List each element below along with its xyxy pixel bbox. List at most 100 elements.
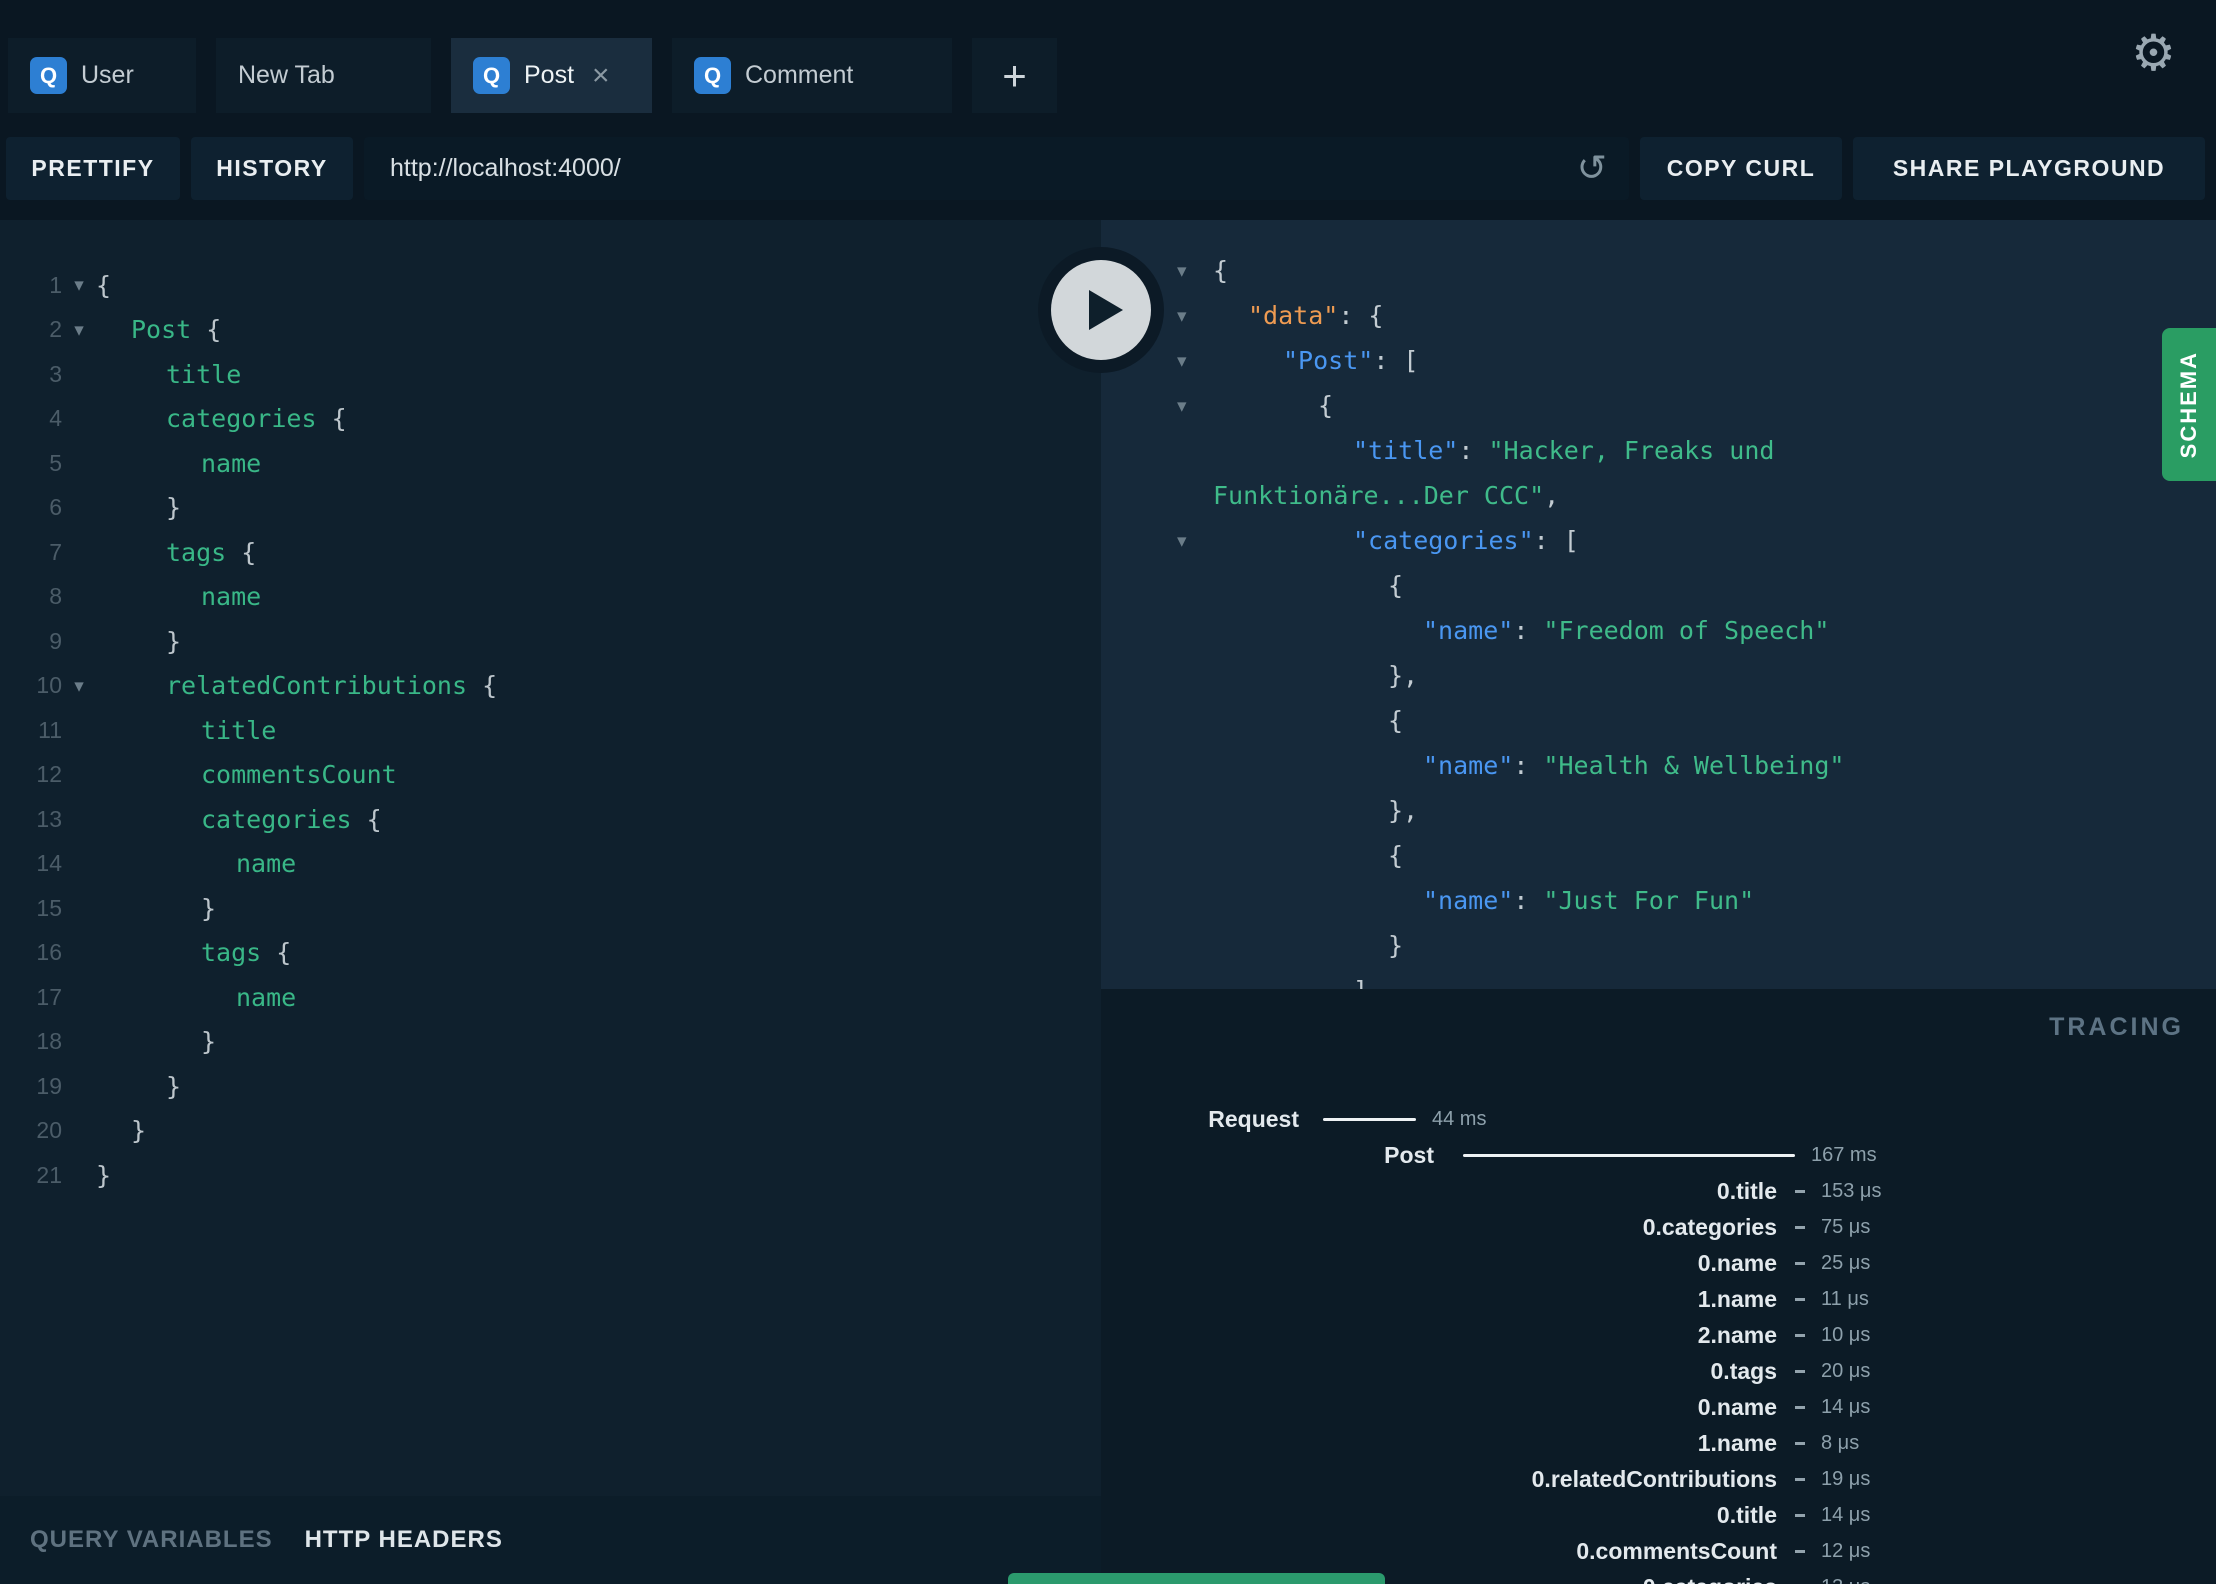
settings-gear-icon[interactable]: ⚙ — [2131, 28, 2176, 78]
code-line: 20} — [0, 1109, 1101, 1154]
line-number: 13 — [36, 805, 62, 832]
line-number: 18 — [36, 1028, 62, 1055]
line-number: 2 — [49, 316, 62, 343]
code-line: 13 categories { — [0, 797, 1101, 842]
code-line: 18} — [0, 1020, 1101, 1065]
line-number: 5 — [49, 449, 62, 476]
fold-arrow-icon[interactable]: ▾ — [1177, 530, 1213, 552]
history-button[interactable]: HISTORY — [191, 137, 353, 200]
tracing-row: 0.name 14 μs — [1697, 1393, 1871, 1420]
fold-arrow-icon[interactable]: ▾ — [62, 319, 96, 341]
response-line: "name": "Freedom of Speech" — [1423, 616, 1830, 645]
response-line: ▾ "categories": [ — [1177, 526, 1579, 555]
tracing-row: 0.tags 20 μs — [1710, 1357, 1871, 1384]
code-line: 12 commentsCount — [0, 753, 1101, 798]
code-line: 19} — [0, 1064, 1101, 1109]
line-number: 15 — [36, 894, 62, 921]
code-line: 17 name — [0, 975, 1101, 1020]
tracing-row: 0.title 14 μs — [1716, 1501, 1871, 1528]
query-editor[interactable]: 1 ▾{ 2 ▾ Post { 3 title 4 categories { 5 name … — [0, 220, 1101, 1496]
response-panel: ▾{ ▾ "data": { ▾ "Post": [ ▾{ "title": "Ha… — [1101, 220, 2216, 989]
response-line: ▾ "Post": [ — [1177, 346, 1419, 375]
tab-user[interactable]: Q User — [8, 38, 196, 113]
tab-label: User — [81, 61, 134, 89]
code-line: 5 name — [0, 441, 1101, 486]
response-line: } — [1388, 931, 1404, 960]
tab-label: Post — [524, 61, 575, 89]
response-line: "name": "Just For Fun" — [1423, 886, 1755, 915]
fold-arrow-icon[interactable]: ▾ — [1177, 350, 1213, 372]
code-line: 8 name — [0, 575, 1101, 620]
code-line: 6} — [0, 486, 1101, 531]
code-line: 21} — [0, 1153, 1101, 1198]
timing-dash — [1795, 1477, 1805, 1481]
line-number: 16 — [36, 939, 62, 966]
http-headers-tab[interactable]: HTTP HEADERS — [305, 1526, 503, 1554]
new-tab-button[interactable]: + — [972, 38, 1057, 113]
share-playground-button[interactable]: SHARE PLAYGROUND — [1853, 137, 2205, 200]
tracing-rows: Request 44 ms Post 167 ms 0.title 153 μs 0.… — [1101, 1101, 2216, 1584]
code-line: 14 name — [0, 842, 1101, 887]
partial-green-bar — [1008, 1573, 1385, 1584]
schema-tab[interactable]: SCHEMA — [2162, 328, 2216, 481]
tracing-row: 0.name 25 μs — [1697, 1249, 1871, 1276]
response-line: ▾ "data": { — [1177, 301, 1384, 330]
schema-tab-label: SCHEMA — [2176, 350, 2201, 459]
prettify-button[interactable]: PRETTIFY — [6, 137, 180, 200]
line-number: 7 — [49, 538, 62, 565]
fold-arrow-icon[interactable]: ▾ — [1177, 395, 1213, 417]
response-line: }, — [1388, 661, 1419, 690]
line-number: 3 — [49, 360, 62, 387]
tab-bar: Q User New Tab Q Post × Q Comment + — [8, 38, 1057, 113]
code-line: 1 ▾{ — [0, 263, 1101, 308]
tracing-row: 0.title 153 μs — [1716, 1177, 1882, 1204]
code-line: 16 tags { — [0, 931, 1101, 976]
code-line: 9} — [0, 619, 1101, 664]
response-line: { — [1388, 571, 1404, 600]
tracing-row: Request 44 ms — [1208, 1105, 1487, 1132]
response-line: ▾{ — [1177, 256, 1229, 285]
line-number: 11 — [38, 716, 62, 743]
code-line: 11 title — [0, 708, 1101, 753]
code-line: 15} — [0, 886, 1101, 931]
endpoint-url-value: http://localhost:4000/ — [390, 154, 621, 182]
tracing-title: TRACING — [2049, 1013, 2184, 1041]
tracing-panel: TRACING Request 44 ms Post 167 ms 0.title 1… — [1101, 989, 2216, 1584]
timing-dash — [1795, 1549, 1805, 1553]
toolbar: PRETTIFY HISTORY http://localhost:4000/ … — [6, 137, 2205, 200]
tab-post[interactable]: Q Post × — [451, 38, 652, 113]
query-variables-tab[interactable]: QUERY VARIABLES — [30, 1526, 273, 1554]
timing-dash — [1795, 1225, 1805, 1229]
response-line: }, — [1388, 796, 1419, 825]
timing-dash — [1795, 1297, 1805, 1301]
query-badge-icon: Q — [473, 57, 510, 94]
reload-schema-icon[interactable]: ↺ — [1577, 150, 1607, 187]
plus-icon: + — [1002, 51, 1027, 99]
tracing-row: 0.commentsCount 12 μs — [1576, 1537, 1871, 1564]
timing-dash — [1795, 1441, 1805, 1445]
code-line: 3 title — [0, 352, 1101, 397]
copy-curl-button[interactable]: COPY CURL — [1640, 137, 1842, 200]
line-number: 1 — [49, 271, 62, 298]
tab-new-tab[interactable]: New Tab — [216, 38, 431, 113]
endpoint-url-input[interactable]: http://localhost:4000/ ↺ — [364, 137, 1629, 200]
timing-dash — [1795, 1189, 1805, 1193]
tracing-row: 1.name 8 μs — [1697, 1429, 1860, 1456]
fold-arrow-icon[interactable]: ▾ — [1177, 260, 1213, 282]
tab-comment[interactable]: Q Comment — [672, 38, 952, 113]
fold-arrow-icon[interactable]: ▾ — [1177, 305, 1213, 327]
execute-query-button[interactable] — [1051, 260, 1151, 360]
response-line: "name": "Health & Wellbeing" — [1423, 751, 1845, 780]
fold-arrow-icon[interactable]: ▾ — [62, 274, 96, 296]
fold-arrow-icon[interactable]: ▾ — [62, 675, 96, 697]
tab-label: New Tab — [238, 61, 335, 89]
line-number: 8 — [49, 583, 62, 610]
line-number: 9 — [49, 627, 62, 654]
line-number: 14 — [36, 850, 62, 877]
editor-footer: QUERY VARIABLES HTTP HEADERS — [0, 1496, 1101, 1584]
close-tab-icon[interactable]: × — [592, 60, 610, 91]
code-line: 4 categories { — [0, 397, 1101, 442]
tracing-row: Post 167 ms — [1384, 1141, 1877, 1168]
timing-dash — [1795, 1369, 1805, 1373]
timing-dash — [1795, 1261, 1805, 1265]
